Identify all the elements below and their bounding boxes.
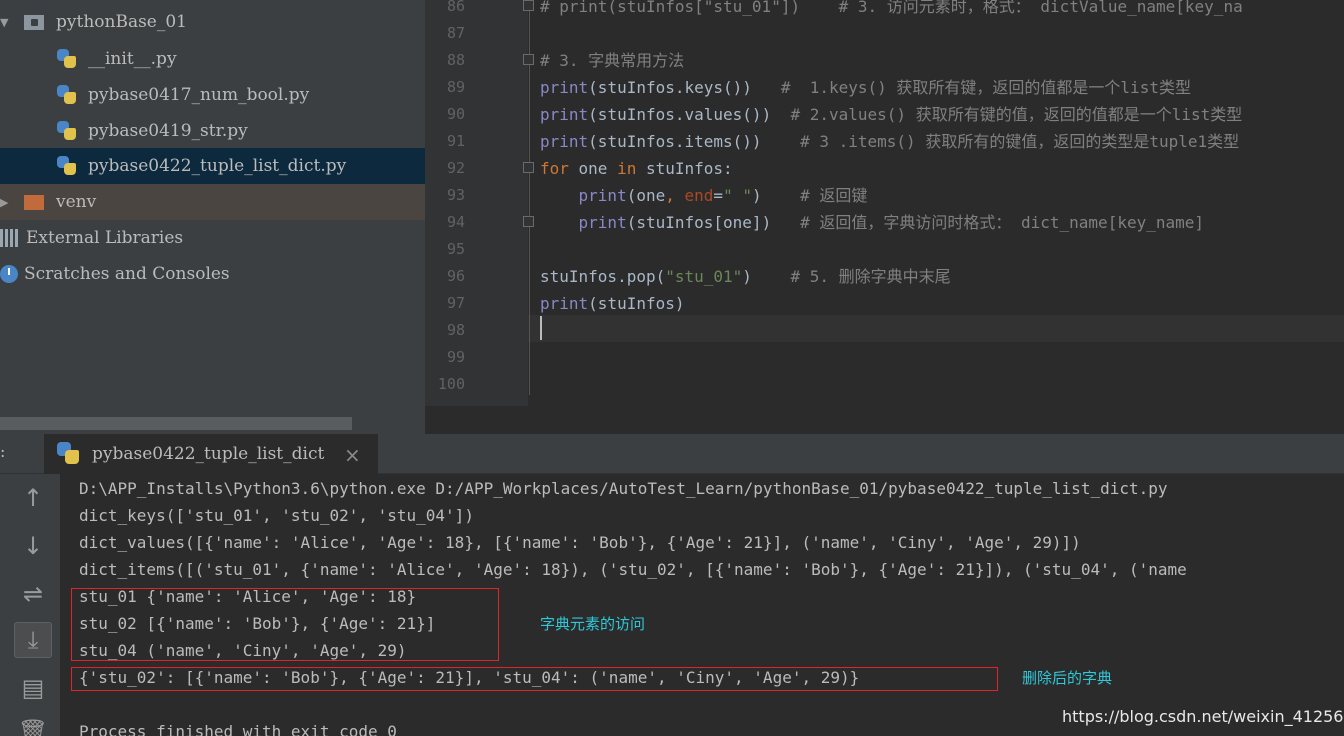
run-tab-bar: pybase0422_tuple_list_dict × [0,434,1344,474]
console-line: dict_items([('stu_01', {'name': 'Alice',… [79,560,1187,579]
tree-file-str[interactable]: pybase0419_str.py [0,113,425,149]
code-line-94: print(stuInfos[one]) # 返回值，字典访问时格式： dict… [578,213,1205,232]
line-number: 94 [446,213,465,231]
line-number: 86 [446,0,465,15]
python-file-icon [56,84,78,106]
scroll-to-end-icon[interactable]: ⤓ [14,622,52,658]
fold-marker-icon[interactable] [523,162,534,173]
folder-icon [24,194,44,210]
code-line-97: print(stuInfos) [540,294,685,313]
code-line-90: print(stuInfos.values()) # 2.values() 获取… [540,105,1243,124]
console-line: dict_keys(['stu_01', 'stu_02', 'stu_04']… [79,506,474,525]
code-line-92: for one in stuInfos: [540,159,733,178]
folder-label: venv [56,192,97,212]
fold-marker-icon[interactable] [523,0,534,11]
watermark: https://blog.csdn.net/weixin_41256550 [1062,707,1344,726]
line-number: 89 [446,78,465,96]
print-icon[interactable]: ▤ [14,670,52,706]
up-arrow-icon[interactable]: ↑ [14,480,52,516]
fold-marker-icon[interactable] [523,54,534,65]
line-number: 99 [446,348,465,366]
python-file-icon [56,155,78,177]
python-file-icon [56,120,78,142]
file-label: __init__.py [88,49,177,69]
tree-file-init[interactable]: __init__.py [0,41,425,77]
file-label: pybase0422_tuple_list_dict.py [88,156,347,176]
console-line: dict_values([{'name': 'Alice', 'Age': 18… [79,533,1081,552]
code-line-91: print(stuInfos.items()) # 3 .items() 获取所… [540,132,1240,151]
annotation-access-note: 字典元素的访问 [540,615,646,633]
fold-marker-icon[interactable] [523,216,534,227]
run-tab[interactable]: pybase0422_tuple_list_dict × [44,434,378,474]
code-line-89: print(stuInfos.keys()) # 1.keys() 获取所有键，… [540,78,1191,97]
collapse-arrow-icon[interactable]: ▶ [0,196,8,209]
scratches-label: Scratches and Consoles [24,264,230,284]
line-number: 100 [437,375,465,393]
external-libraries-label: External Libraries [26,228,184,248]
run-toolbar: ↑ ↓ ⇌ ⤓ ▤ 🗑 [0,474,60,736]
tree-file-num-bool[interactable]: pybase0417_num_bool.py [0,77,425,113]
horizontal-scrollbar[interactable] [0,417,352,430]
expand-arrow-icon[interactable]: ▼ [0,16,8,29]
line-number: 88 [446,51,465,69]
annotation-box-deleted [71,667,998,691]
text-caret [540,316,542,340]
line-number: 96 [446,267,465,285]
down-arrow-icon[interactable]: ↓ [14,528,52,564]
line-number: 87 [446,24,465,42]
python-file-icon [56,48,78,70]
tree-file-tuple-list-dict[interactable]: pybase0422_tuple_list_dict.py [0,148,425,184]
current-line-highlight [528,315,1344,342]
folder-icon [24,14,44,30]
project-panel: ▼ pythonBase_01 __init__.py pybase0417_n… [0,0,425,434]
annotation-delete-note: 删除后的字典 [1022,669,1113,687]
console-line: D:\APP_Installs\Python3.6\python.exe D:/… [79,479,1168,498]
trash-icon[interactable]: 🗑 [14,714,52,736]
file-label: pybase0417_num_bool.py [88,85,310,105]
tree-folder-pythonbase[interactable]: ▼ pythonBase_01 [0,4,425,40]
folder-label: pythonBase_01 [56,12,187,32]
python-run-icon [56,441,82,467]
tree-external-libraries[interactable]: External Libraries [0,220,425,256]
file-label: pybase0419_str.py [88,121,248,141]
line-number: 98 [446,321,465,339]
line-number: 93 [446,186,465,204]
code-line-96: stuInfos.pop("stu_01") # 5. 删除字典中末尾 [540,267,951,286]
code-line-86: # print(stuInfos["stu_01"]) # 3. 访问元素时，格… [540,0,1243,16]
run-label: : [0,442,6,461]
line-number: 97 [446,294,465,312]
console-line: Process finished with exit code 0 [79,722,397,736]
code-line-88: # 3. 字典常用方法 [540,51,685,70]
close-icon[interactable]: × [344,443,361,467]
code-line-93: print(one, end=" ") # 返回键 [578,186,868,205]
soft-wrap-icon[interactable]: ⇌ [14,576,52,612]
annotation-box-access [71,588,499,661]
line-number: 90 [446,105,465,123]
line-number: 91 [446,132,465,150]
run-tab-title: pybase0422_tuple_list_dict [92,444,325,464]
tree-scratches[interactable]: Scratches and Consoles [0,256,425,292]
tree-folder-venv[interactable]: ▶ venv [0,184,425,220]
line-number: 95 [446,240,465,258]
library-icon [0,229,20,247]
scratches-icon [0,265,18,283]
line-number: 92 [446,159,465,177]
